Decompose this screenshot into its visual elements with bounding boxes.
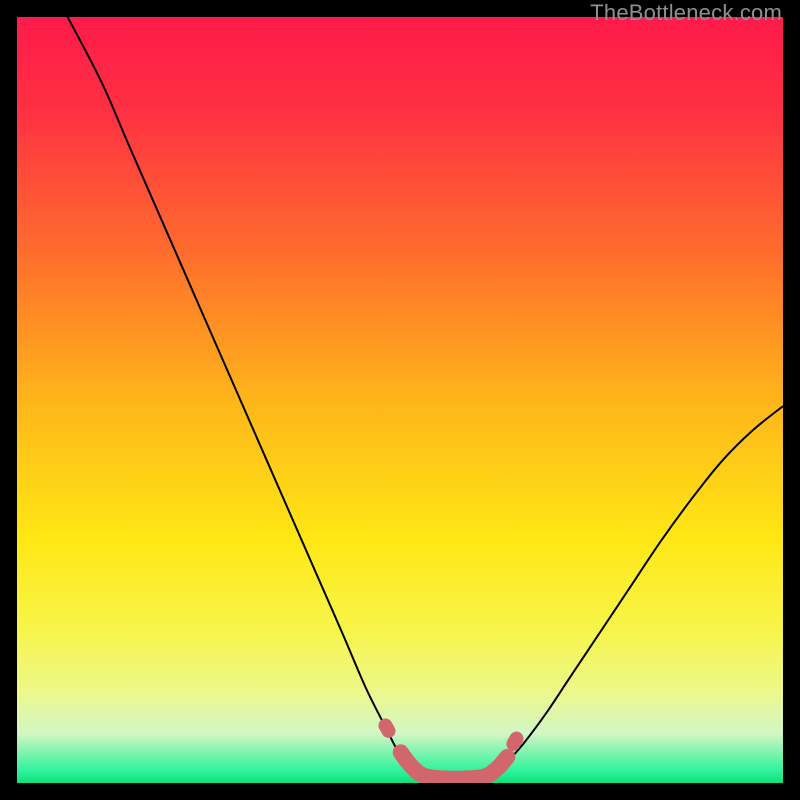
series-right-curve <box>495 406 783 772</box>
series-left-curve <box>68 17 417 772</box>
series-bottom-highlight <box>401 752 507 778</box>
series-bottom-highlight-dot2 <box>513 739 516 744</box>
chart-frame: TheBottleneck.com <box>0 0 800 800</box>
series-bottom-highlight-dot1 <box>385 726 388 731</box>
plot-area <box>17 17 783 783</box>
watermark-text: TheBottleneck.com <box>590 0 782 26</box>
curve-layer <box>17 17 783 783</box>
